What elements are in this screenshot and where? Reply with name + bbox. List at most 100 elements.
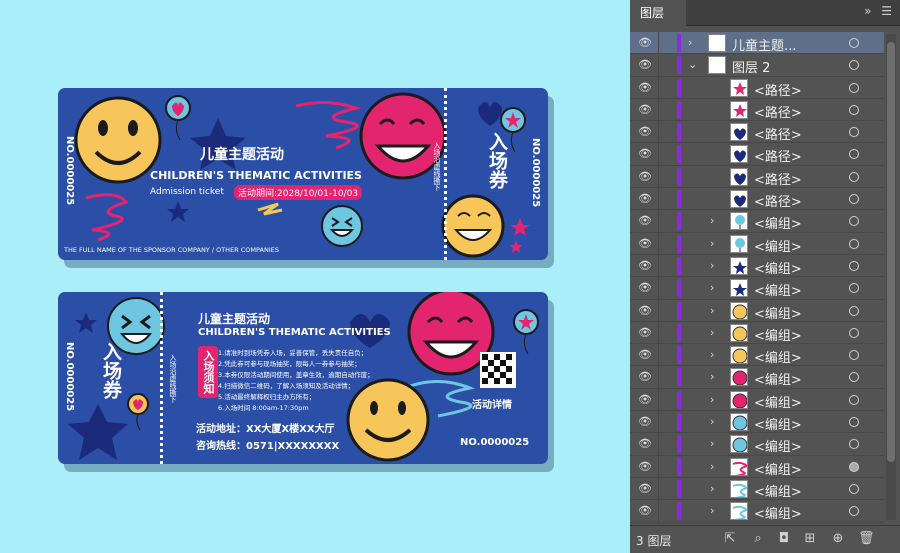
- layer-row[interactable]: 👁 › <编组>: [630, 455, 884, 478]
- lock-column[interactable]: [658, 210, 659, 232]
- target-circle-icon[interactable]: [849, 394, 859, 405]
- visibility-eye-icon[interactable]: 👁: [638, 193, 652, 205]
- lock-column[interactable]: [658, 98, 659, 121]
- visibility-eye-icon[interactable]: 👁: [638, 393, 652, 406]
- lock-column[interactable]: [658, 32, 659, 54]
- visibility-eye-icon[interactable]: 👁: [638, 326, 652, 339]
- target-circle-icon[interactable]: [849, 38, 859, 48]
- layer-name[interactable]: 图层 2: [732, 57, 770, 76]
- lock-column[interactable]: [658, 232, 659, 254]
- visibility-eye-icon[interactable]: 👁: [638, 438, 652, 450]
- target-circle-icon[interactable]: [849, 260, 859, 271]
- layer-row[interactable]: 👁 › <编组>: [630, 477, 884, 501]
- expand-arrow-icon[interactable]: ›: [710, 326, 714, 339]
- visibility-eye-icon[interactable]: 👁: [638, 59, 652, 71]
- lock-column[interactable]: [658, 411, 659, 433]
- lock-column[interactable]: [658, 388, 659, 411]
- layer-name[interactable]: <编组>: [754, 347, 802, 366]
- lock-column[interactable]: [658, 477, 659, 500]
- target-circle-icon[interactable]: [849, 127, 859, 138]
- target-circle-icon[interactable]: [849, 506, 859, 517]
- target-circle-icon[interactable]: [849, 372, 859, 383]
- visibility-eye-icon[interactable]: 👁: [638, 103, 652, 116]
- target-circle-icon[interactable]: [849, 149, 859, 160]
- target-circle-icon[interactable]: [849, 461, 859, 472]
- lock-column[interactable]: [658, 121, 659, 143]
- visibility-eye-icon[interactable]: 👁: [638, 126, 652, 138]
- visibility-eye-icon[interactable]: 👁: [638, 349, 652, 361]
- clipping-mask-icon[interactable]: ◘: [776, 531, 792, 547]
- layer-row[interactable]: 👁 › <编组>: [630, 433, 884, 456]
- lock-column[interactable]: [658, 165, 659, 188]
- target-circle-icon[interactable]: [849, 171, 859, 182]
- visibility-eye-icon[interactable]: 👁: [638, 460, 652, 473]
- lock-column[interactable]: [658, 277, 659, 299]
- expand-arrow-icon[interactable]: ›: [710, 259, 714, 272]
- layer-row[interactable]: 👁 › <编组>: [630, 299, 884, 322]
- layer-name[interactable]: <编组>: [754, 325, 802, 344]
- layer-name[interactable]: 儿童主题...: [732, 35, 796, 54]
- search-icon[interactable]: ⌕: [750, 531, 766, 547]
- export-icon[interactable]: ⇱: [722, 531, 738, 547]
- layer-row[interactable]: 👁 <路径>: [630, 188, 884, 211]
- visibility-eye-icon[interactable]: 👁: [638, 81, 652, 94]
- visibility-eye-icon[interactable]: 👁: [638, 371, 652, 383]
- layer-row[interactable]: 👁 › 儿童主题...: [630, 32, 884, 55]
- layer-name[interactable]: <编组>: [754, 213, 802, 232]
- layer-name[interactable]: <编组>: [754, 303, 802, 322]
- expand-arrow-icon[interactable]: ›: [710, 460, 714, 473]
- tab-layers[interactable]: 图层: [630, 0, 686, 26]
- layer-row[interactable]: 👁 › <编组>: [630, 254, 884, 278]
- layer-name[interactable]: <编组>: [754, 258, 802, 277]
- expand-arrow-icon[interactable]: ›: [688, 36, 692, 49]
- layer-name[interactable]: <路径>: [754, 169, 802, 188]
- expand-arrow-icon[interactable]: ›: [710, 281, 714, 294]
- expand-arrow-icon[interactable]: ›: [710, 482, 714, 495]
- layer-row[interactable]: 👁 › <编组>: [630, 210, 884, 233]
- layer-row[interactable]: 👁 › <编组>: [630, 277, 884, 300]
- expand-arrow-icon[interactable]: ›: [710, 415, 714, 428]
- new-layer-icon[interactable]: ⊕: [830, 531, 846, 547]
- lock-column[interactable]: [658, 433, 659, 455]
- target-circle-icon[interactable]: [849, 417, 859, 428]
- lock-column[interactable]: [658, 366, 659, 388]
- visibility-eye-icon[interactable]: 👁: [638, 37, 652, 49]
- lock-column[interactable]: [658, 455, 659, 477]
- collapse-panel-icon[interactable]: »: [864, 4, 871, 18]
- expand-arrow-icon[interactable]: ›: [710, 370, 714, 383]
- visibility-eye-icon[interactable]: 👁: [638, 259, 652, 272]
- layer-name[interactable]: <路径>: [754, 80, 802, 99]
- expand-arrow-icon[interactable]: ›: [710, 214, 714, 227]
- target-circle-icon[interactable]: [849, 104, 859, 115]
- lock-column[interactable]: [658, 188, 659, 210]
- layer-row[interactable]: 👁 <路径>: [630, 121, 884, 144]
- visibility-eye-icon[interactable]: 👁: [638, 170, 652, 183]
- target-circle-icon[interactable]: [849, 216, 859, 227]
- lock-column[interactable]: [658, 143, 659, 165]
- scrollbar-thumb[interactable]: [887, 42, 895, 462]
- lock-column[interactable]: [658, 54, 659, 76]
- layer-row[interactable]: 👁 › <编组>: [630, 321, 884, 345]
- layer-name[interactable]: <编组>: [754, 369, 802, 388]
- lock-column[interactable]: [658, 500, 659, 522]
- target-circle-icon[interactable]: [849, 194, 859, 205]
- ticket-bottom[interactable]: NO.0000025 入场券 入场沿虚线撕下 儿童主题活动 CHILDREN'S…: [58, 292, 548, 464]
- ticket-top[interactable]: NO.0000025 儿童主题活动 CHILDREN'S THEMATIC AC…: [58, 88, 548, 260]
- expand-arrow-icon[interactable]: ›: [710, 348, 714, 361]
- layer-row[interactable]: 👁 › <编组>: [630, 500, 884, 523]
- expand-arrow-icon[interactable]: ›: [710, 237, 714, 250]
- layer-row[interactable]: 👁 › <编组>: [630, 232, 884, 255]
- lock-column[interactable]: [658, 76, 659, 98]
- layer-name[interactable]: <编组>: [754, 280, 802, 299]
- layer-name[interactable]: <编组>: [754, 459, 802, 478]
- lock-column[interactable]: [658, 321, 659, 344]
- layer-row[interactable]: 👁 › <编组>: [630, 388, 884, 412]
- target-circle-icon[interactable]: [849, 327, 859, 338]
- layer-name[interactable]: <编组>: [754, 481, 802, 500]
- visibility-eye-icon[interactable]: 👁: [638, 282, 652, 294]
- layer-row[interactable]: 👁 <路径>: [630, 165, 884, 189]
- layer-row[interactable]: 👁 <路径>: [630, 143, 884, 166]
- target-circle-icon[interactable]: [849, 305, 859, 316]
- target-circle-icon[interactable]: [849, 483, 859, 494]
- expand-arrow-icon[interactable]: ⌄: [688, 58, 697, 71]
